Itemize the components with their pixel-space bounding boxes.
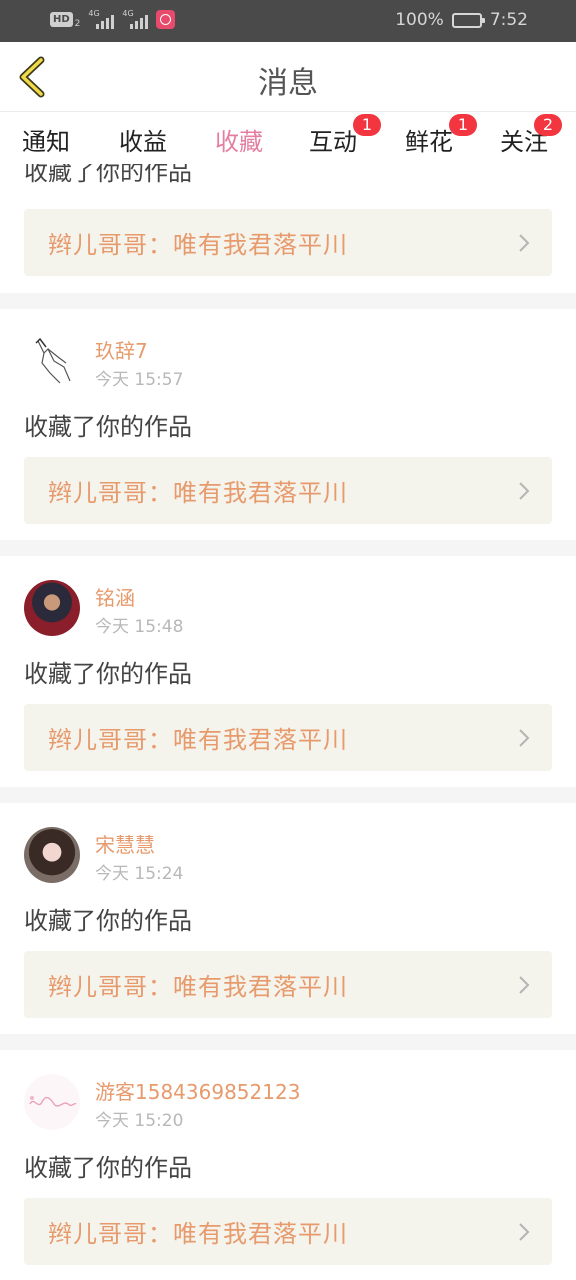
user-name[interactable]: 游客1584369852123: [95, 1076, 300, 1105]
message-item: 铭涵 今天 15:48 收藏了你的作品 辫儿哥哥：唯有我君落平川: [0, 556, 576, 787]
tab-following[interactable]: 关注 2: [500, 114, 562, 164]
message-feed[interactable]: 收藏了你的作品 辫儿哥哥：唯有我君落平川 玖辞7 今天 15:57 收藏了你的作…: [0, 164, 576, 1280]
battery-icon: [451, 12, 485, 28]
timestamp: 今天 15:57: [95, 370, 184, 390]
action-text: 收藏了你的作品: [24, 164, 192, 186]
avatar[interactable]: [24, 1074, 80, 1130]
work-title: 辫儿哥哥：唯有我君落平川: [48, 231, 348, 259]
work-title: 辫儿哥哥：唯有我君落平川: [48, 973, 348, 1001]
signal-icon: 4G: [88, 8, 115, 29]
network-type: 4G: [88, 8, 100, 18]
tab-notifications[interactable]: 通知: [22, 122, 70, 164]
nav-bar: 消息: [0, 42, 576, 112]
avatar[interactable]: [24, 827, 80, 883]
work-link[interactable]: 辫儿哥哥：唯有我君落平川: [24, 1198, 552, 1265]
avatar[interactable]: [24, 580, 80, 636]
script-logo-avatar: [29, 1096, 77, 1107]
unread-badge: 1: [353, 114, 381, 136]
action-text: 收藏了你的作品: [24, 907, 192, 935]
user-name[interactable]: 玖辞7: [95, 335, 148, 364]
work-title: 辫儿哥哥：唯有我君落平川: [48, 726, 348, 754]
tab-label: 互动: [309, 128, 357, 156]
app-notification-icon: [156, 10, 176, 29]
hd-sim-index: 2: [74, 18, 81, 29]
work-link[interactable]: 辫儿哥哥：唯有我君落平川: [24, 457, 552, 524]
tab-label: 鲜花: [405, 128, 453, 156]
unread-badge: 2: [534, 114, 562, 136]
message-item: 游客1584369852123 今天 15:20 收藏了你的作品 辫儿哥哥：唯有…: [0, 1050, 576, 1280]
work-title: 辫儿哥哥：唯有我君落平川: [48, 1220, 348, 1248]
tab-label: 通知: [22, 128, 70, 156]
sketch-hand-avatar: [35, 337, 71, 384]
chevron-right-icon: [519, 482, 530, 500]
action-text: 收藏了你的作品: [24, 660, 192, 688]
user-name[interactable]: 铭涵: [95, 582, 135, 611]
divider: [0, 540, 576, 556]
unread-badge: 1: [449, 114, 477, 136]
user-name[interactable]: 宋慧慧: [95, 829, 155, 858]
tab-interactions[interactable]: 互动 1: [309, 114, 381, 164]
chevron-right-icon: [519, 976, 530, 994]
battery-percent: 100%: [395, 10, 444, 30]
page-title: 消息: [258, 66, 318, 101]
divider: [0, 787, 576, 803]
divider: [0, 1034, 576, 1050]
hd-badge: HD: [50, 12, 73, 27]
signal-icon: 4G: [122, 8, 149, 29]
tab-earnings[interactable]: 收益: [119, 122, 167, 164]
work-link[interactable]: 辫儿哥哥：唯有我君落平川: [24, 209, 552, 276]
status-right: 100% 7:52: [395, 10, 528, 30]
tab-flowers[interactable]: 鲜花 1: [405, 114, 477, 164]
message-item: 玖辞7 今天 15:57 收藏了你的作品 辫儿哥哥：唯有我君落平川: [0, 309, 576, 540]
status-bar: HD 2 4G 4G 100% 7:52: [0, 0, 576, 42]
divider: [0, 293, 576, 309]
tab-label: 收藏: [215, 128, 263, 156]
action-text: 收藏了你的作品: [24, 1154, 192, 1182]
work-link[interactable]: 辫儿哥哥：唯有我君落平川: [24, 951, 552, 1018]
chevron-right-icon: [519, 1223, 530, 1241]
chevron-right-icon: [519, 729, 530, 747]
work-link[interactable]: 辫儿哥哥：唯有我君落平川: [24, 704, 552, 771]
tab-label: 收益: [119, 128, 167, 156]
network-type: 4G: [122, 8, 134, 18]
tab-bar: 通知 收益 收藏 互动 1 鲜花 1 关注 2: [0, 112, 576, 173]
work-title: 辫儿哥哥：唯有我君落平川: [48, 479, 348, 507]
timestamp: 今天 15:24: [95, 864, 184, 884]
chevron-right-icon: [519, 234, 530, 252]
timestamp: 今天 15:48: [95, 617, 184, 637]
tab-favorites[interactable]: 收藏: [215, 122, 263, 173]
action-text: 收藏了你的作品: [24, 413, 192, 441]
message-item: 宋慧慧 今天 15:24 收藏了你的作品 辫儿哥哥：唯有我君落平川: [0, 803, 576, 1034]
timestamp: 今天 15:20: [95, 1111, 184, 1131]
avatar[interactable]: [24, 333, 80, 389]
status-left: HD 2 4G 4G: [50, 8, 176, 29]
clock: 7:52: [489, 10, 528, 30]
